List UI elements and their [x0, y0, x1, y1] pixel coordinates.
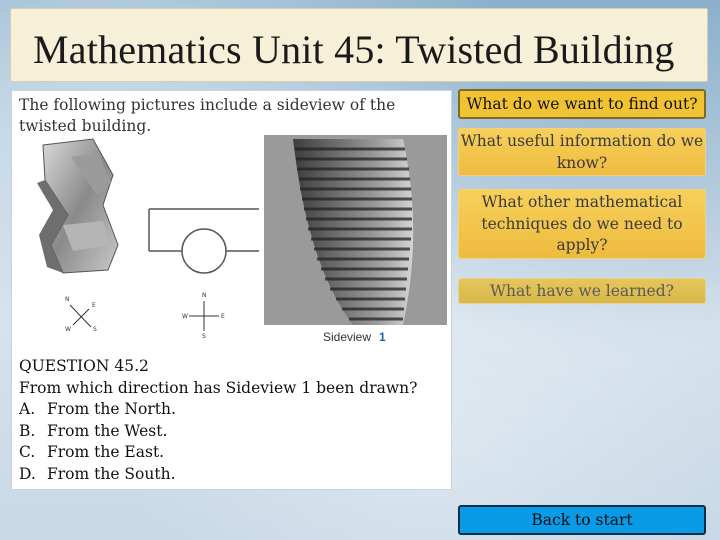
option-letter: C.	[19, 443, 36, 461]
question-block: QUESTION 45.2 From which direction has S…	[19, 356, 449, 485]
option-text: From the West.	[47, 421, 168, 440]
option-text: From the South.	[47, 464, 176, 483]
question-heading: QUESTION 45.2	[19, 357, 149, 375]
option-letter: A.	[19, 400, 36, 418]
twisted-building-3d-image	[37, 138, 119, 274]
sideview-caption: Sideview 1	[323, 330, 386, 344]
option-d: D. From the South.	[19, 464, 449, 486]
option-text: From the East.	[47, 443, 165, 461]
page-title: Mathematics Unit 45: Twisted Building	[33, 27, 675, 72]
option-a: A. From the North.	[19, 399, 449, 421]
useful-information-button[interactable]: What useful information do we know?	[458, 128, 706, 176]
question-prompt: From which direction has Sideview 1 been…	[19, 378, 418, 397]
option-letter: D.	[19, 464, 36, 483]
compass-right-n: N	[202, 292, 207, 299]
title-bar: Mathematics Unit 45: Twisted Building	[10, 8, 708, 82]
compass-left-w: W	[65, 326, 71, 333]
find-out-button[interactable]: What do we want to find out?	[458, 89, 706, 119]
compass-rose-rotated: N E W S	[65, 296, 97, 333]
option-letter: B.	[19, 421, 36, 440]
compass-left-s: S	[93, 326, 97, 333]
compass-right-w: W	[182, 313, 188, 320]
techniques-button[interactable]: What other mathematical techniques do we…	[458, 189, 706, 259]
compass-left-n: N	[65, 296, 70, 303]
compass-left-e: E	[92, 302, 96, 309]
compass-right-e: E	[221, 313, 225, 320]
option-text: From the North.	[47, 400, 176, 418]
sideview-image	[264, 135, 447, 325]
option-b: B. From the West.	[19, 421, 449, 443]
intro-text: The following pictures include a sidevie…	[19, 96, 396, 135]
option-c: C. From the East.	[19, 442, 449, 464]
learned-button[interactable]: What have we learned?	[458, 278, 706, 304]
compass-right-s: S	[202, 333, 206, 340]
content-panel: The following pictures include a sidevie…	[11, 90, 452, 490]
sideview-caption-number: 1	[379, 330, 386, 344]
plan-view-drawing	[148, 208, 259, 274]
compass-rose-upright: N E W S	[182, 292, 225, 340]
sideview-caption-label: Sideview	[323, 330, 371, 344]
back-to-start-button[interactable]: Back to start	[458, 505, 706, 535]
